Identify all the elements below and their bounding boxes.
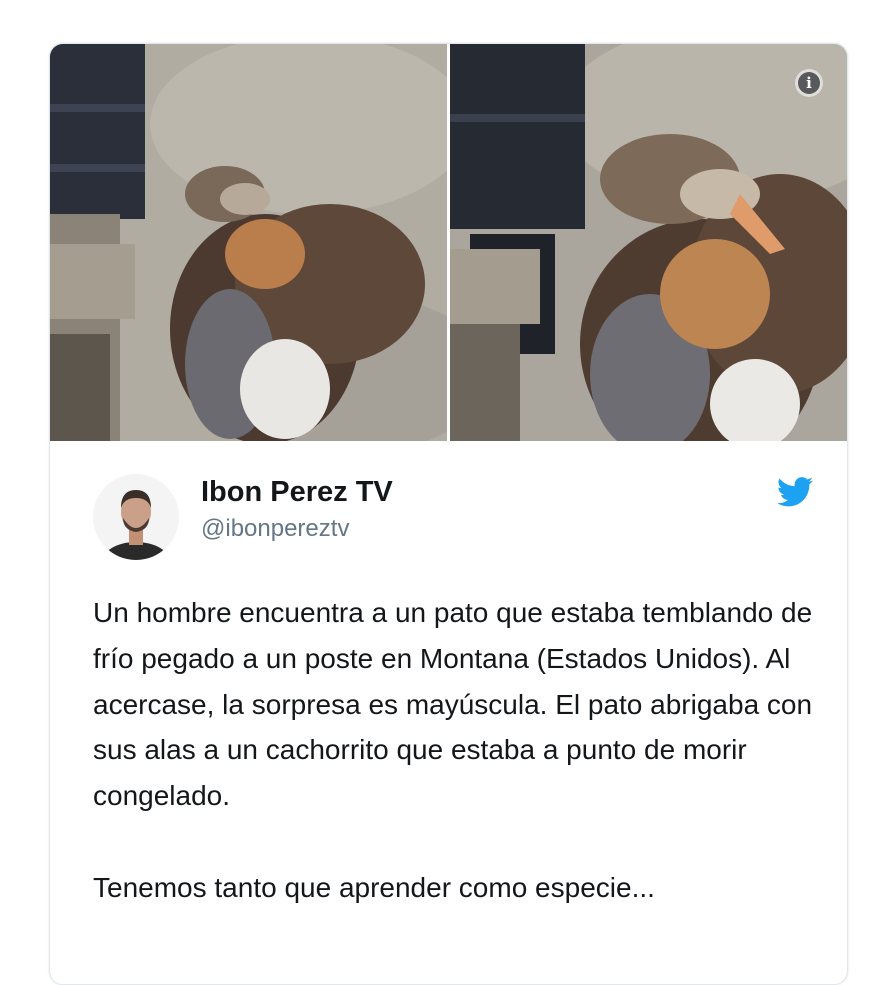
user-handle[interactable]: @ibonpereztv [201, 515, 349, 543]
media-photo-right[interactable]: i [450, 44, 847, 441]
avatar-image [93, 474, 179, 560]
tweet-media[interactable]: i [50, 44, 847, 441]
info-icon[interactable]: i [795, 69, 823, 97]
goose-puppy-photo-left [50, 44, 447, 441]
display-name[interactable]: Ibon Perez TV [201, 476, 393, 509]
goose-puppy-photo-right [450, 44, 847, 441]
tweet-text: Un hombre encuentra a un pato que estaba… [93, 597, 813, 903]
tweet-author[interactable]: Ibon Perez TV @ibonpereztv [93, 470, 813, 560]
tweet-card[interactable]: i Ibon Perez TV @ibonpereztv Un hombre e… [49, 43, 848, 985]
media-photo-left[interactable] [50, 44, 447, 441]
avatar[interactable] [93, 474, 179, 560]
info-icon-glyph: i [798, 72, 820, 94]
twitter-bird-icon[interactable] [777, 476, 813, 508]
